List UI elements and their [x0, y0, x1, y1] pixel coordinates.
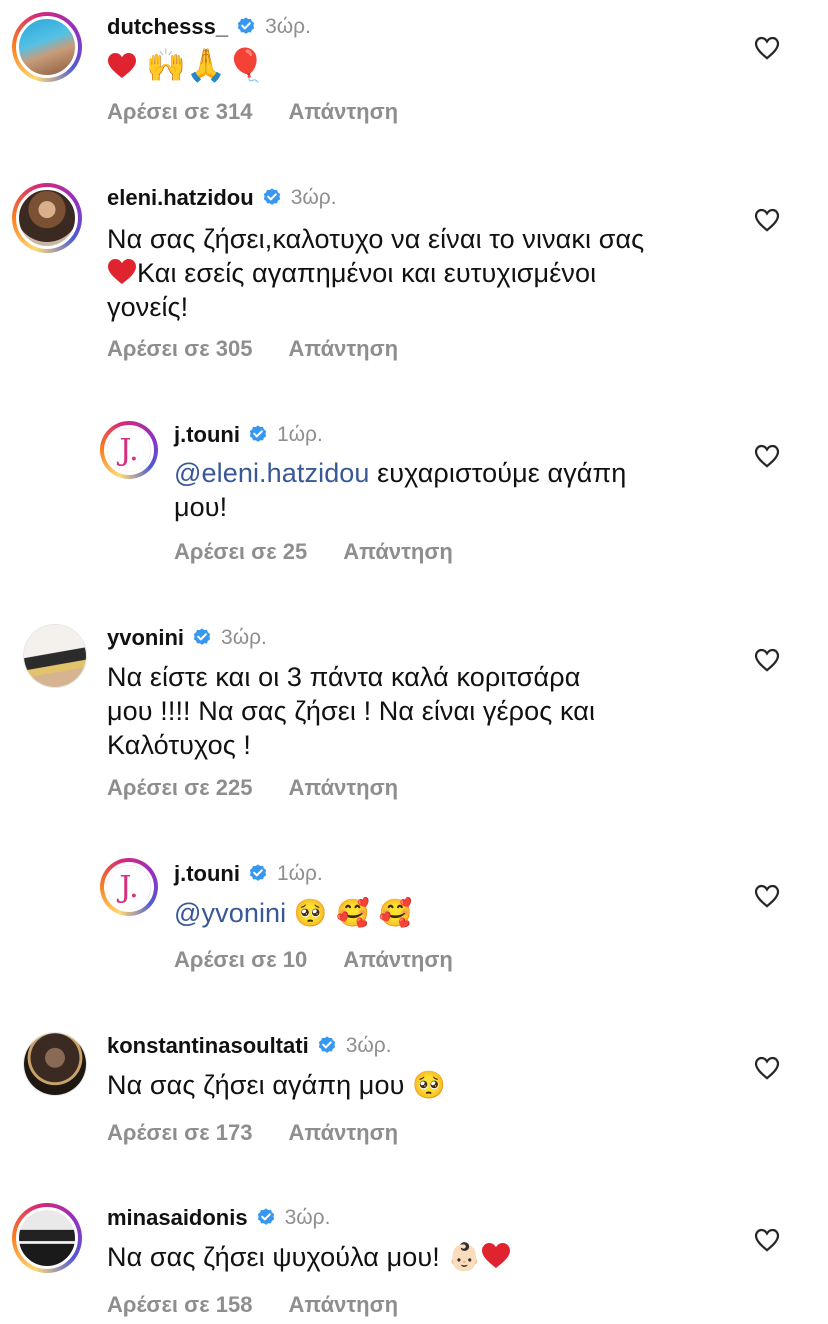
avatar[interactable]: J. [100, 858, 158, 916]
likes-count[interactable]: Αρέσει σε 314 [107, 99, 252, 125]
comment-text: @yvonini 🥺 🥰 🥰 [174, 896, 734, 931]
raising-hands-icon: 🙌 [146, 46, 186, 84]
red-heart-icon [481, 1242, 511, 1269]
verified-badge-icon [235, 16, 257, 38]
likes-count[interactable]: Αρέσει σε 10 [174, 947, 307, 973]
heart-outline-icon[interactable] [754, 36, 780, 60]
comment-text: 🙌🙏🎈 [107, 48, 707, 82]
comment-header: j.touni 1ώρ. [174, 422, 323, 448]
reply-button[interactable]: Απάντηση [288, 99, 398, 125]
reply-button[interactable]: Απάντηση [288, 775, 398, 801]
username[interactable]: minasaidonis [107, 1205, 248, 1231]
avatar[interactable] [23, 624, 87, 688]
comment-actions: Αρέσει σε 25 Απάντηση [174, 539, 453, 565]
comment-text: Να σας ζήσει αγάπη μου 🥺 [107, 1068, 707, 1103]
reply-button[interactable]: Απάντηση [288, 1292, 398, 1318]
folded-hands-icon: 🙏 [185, 46, 226, 84]
emoji-text: 🥺 🥰 🥰 [293, 898, 413, 929]
comment-text-line: Και εσείς αγαπημένοι και ευτυχισμένοι [107, 256, 747, 290]
comment-actions: Αρέσει σε 173 Απάντηση [107, 1120, 398, 1146]
heart-outline-icon[interactable] [754, 648, 780, 672]
likes-count[interactable]: Αρέσει σε 305 [107, 336, 252, 362]
mention-link[interactable]: @yvonini [174, 898, 286, 928]
avatar[interactable] [23, 1032, 87, 1096]
heart-outline-icon[interactable] [754, 444, 780, 468]
verified-badge-icon [247, 863, 269, 885]
verified-badge-icon [255, 1207, 277, 1229]
username[interactable]: j.touni [174, 861, 240, 887]
timestamp: 3ώρ. [290, 186, 337, 209]
comment-text-line: Να σας ζήσει ψυχούλα μου! [107, 1242, 440, 1272]
timestamp: 3ώρ. [265, 15, 311, 38]
comment-header: j.touni 1ώρ. [174, 861, 323, 887]
comment-text-line-2: Και εσείς αγαπημένοι και ευτυχισμένοι [137, 258, 597, 288]
likes-count[interactable]: Αρέσει σε 225 [107, 775, 252, 801]
heart-outline-icon[interactable] [754, 1056, 780, 1080]
timestamp: 1ώρ. [276, 862, 323, 885]
reply-button[interactable]: Απάντηση [343, 539, 453, 565]
verified-badge-icon [261, 187, 283, 209]
comment-actions: Αρέσει σε 314 Απάντηση [107, 99, 398, 125]
comment-text-line: Να σας ζήσει αγάπη μου [107, 1070, 405, 1100]
likes-count[interactable]: Αρέσει σε 158 [107, 1292, 252, 1318]
comment-text: @eleni.hatzidou ευχαριστούμε αγάπη μου! [174, 456, 734, 524]
comment-text: Να σας ζήσει,καλοτυχο να είναι το νινακι… [107, 222, 747, 324]
reply-button[interactable]: Απάντηση [343, 947, 453, 973]
balloon-icon: 🎈 [225, 46, 266, 84]
heart-outline-icon[interactable] [754, 208, 780, 232]
comment-actions: Αρέσει σε 10 Απάντηση [174, 947, 453, 973]
comment-text: Να σας ζήσει ψυχούλα μου! 👶🏻 [107, 1240, 707, 1275]
comment-text-line: Καλότυχος ! [107, 730, 252, 760]
verified-badge-icon [247, 424, 269, 446]
comment-text-line: Να είστε και οι 3 πάντα καλά κοριτσάρα [107, 662, 581, 692]
comment-text-line: Να σας ζήσει,καλοτυχο να είναι το νινακι… [107, 224, 645, 254]
likes-count[interactable]: Αρέσει σε 25 [174, 539, 307, 565]
likes-count[interactable]: Αρέσει σε 173 [107, 1120, 252, 1146]
username[interactable]: konstantinasoultati [107, 1033, 309, 1059]
comment-text-line: ευχαριστούμε αγάπη [369, 458, 627, 488]
avatar[interactable] [12, 12, 82, 82]
comment-text-line: μου! [174, 492, 228, 522]
pleading-face-icon: 🥺 [412, 1070, 446, 1101]
avatar[interactable] [12, 1203, 82, 1273]
verified-badge-icon [316, 1035, 338, 1057]
timestamp: 3ώρ. [221, 626, 267, 649]
red-heart-icon [107, 52, 137, 79]
j-logo: J. [107, 428, 151, 472]
username[interactable]: eleni.hatzidou [107, 185, 254, 211]
username[interactable]: j.touni [174, 422, 240, 448]
reply-button[interactable]: Απάντηση [288, 1120, 398, 1146]
comment-text-line: γονείς! [107, 292, 189, 322]
red-heart-icon [107, 258, 137, 285]
comment-header: minasaidonis 3ώρ. [107, 1205, 330, 1231]
comment-header: yvonini 3ώρ. [107, 625, 267, 651]
reply-button[interactable]: Απάντηση [288, 336, 398, 362]
comment-header: konstantinasoultati 3ώρ. [107, 1033, 392, 1059]
timestamp: 1ώρ. [276, 423, 323, 446]
timestamp: 3ώρ. [345, 1034, 392, 1057]
avatar[interactable] [12, 183, 82, 253]
comment-header: dutchesss_ 3ώρ. [107, 14, 311, 40]
comment-text: Να είστε και οι 3 πάντα καλά κοριτσάρα μ… [107, 660, 747, 762]
mention-link[interactable]: @eleni.hatzidou [174, 458, 370, 488]
verified-badge-icon [191, 627, 213, 649]
comment-actions: Αρέσει σε 158 Απάντηση [107, 1292, 398, 1318]
baby-icon: 👶🏻 [447, 1242, 482, 1273]
comment-header: eleni.hatzidou 3ώρ. [107, 185, 337, 211]
heart-outline-icon[interactable] [754, 1228, 780, 1252]
avatar[interactable]: J. [100, 421, 158, 479]
username[interactable]: yvonini [107, 625, 184, 651]
username[interactable]: dutchesss_ [107, 14, 228, 40]
comment-actions: Αρέσει σε 225 Απάντηση [107, 775, 398, 801]
comment-actions: Αρέσει σε 305 Απάντηση [107, 336, 398, 362]
timestamp: 3ώρ. [284, 1206, 331, 1229]
comment-text-line: μου !!!! Να σας ζήσει ! Να είναι γέρος κ… [107, 696, 596, 726]
j-logo: J. [107, 865, 151, 909]
heart-outline-icon[interactable] [754, 884, 780, 908]
